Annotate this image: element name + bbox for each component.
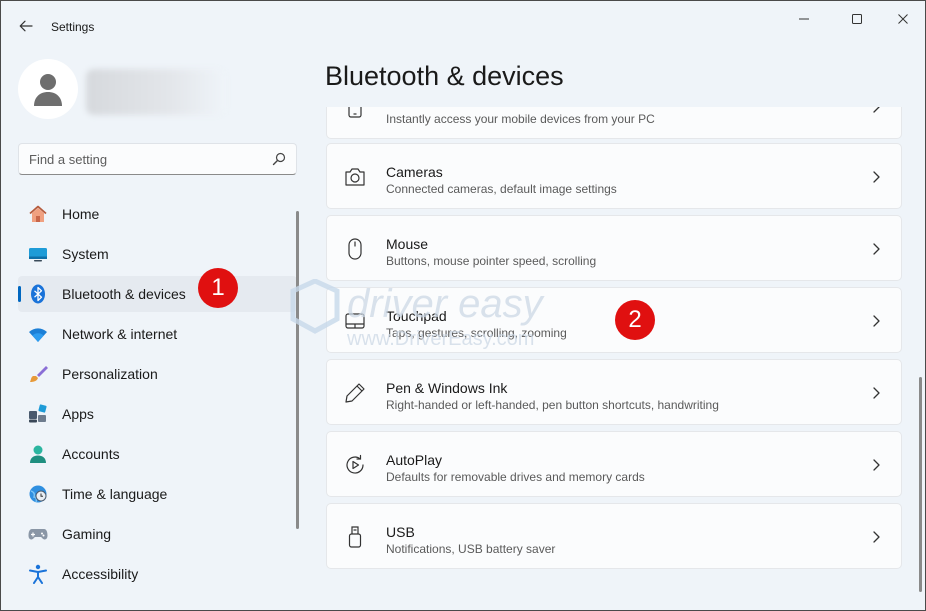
minimize-icon — [799, 18, 809, 20]
sidebar-item-label: Bluetooth & devices — [62, 286, 186, 302]
card-pen-windows-ink[interactable]: Pen & Windows Ink Right-handed or left-h… — [326, 359, 902, 425]
close-icon — [898, 14, 908, 24]
touchpad-icon — [344, 310, 366, 332]
chevron-right-icon — [873, 387, 880, 399]
user-name-redacted — [86, 69, 226, 115]
sidebar-item-label: System — [62, 246, 109, 262]
brush-icon — [28, 364, 48, 384]
back-button[interactable] — [15, 15, 37, 37]
card-title: Cameras — [386, 164, 443, 180]
chevron-right-icon — [873, 107, 880, 113]
sidebar-item-gaming[interactable]: Gaming — [18, 516, 297, 552]
accessibility-icon — [28, 564, 48, 584]
card-touchpad[interactable]: Touchpad Taps, gestures, scrolling, zoom… — [326, 287, 902, 353]
maximize-icon — [852, 14, 862, 24]
arrow-left-icon — [19, 20, 33, 32]
card-cameras[interactable]: Cameras Connected cameras, default image… — [326, 143, 902, 209]
chevron-right-icon — [873, 315, 880, 327]
sidebar-nav: Home System Bluetooth & devices Network … — [18, 196, 297, 596]
card-title: Mouse — [386, 236, 429, 252]
main-scrollbar[interactable] — [919, 377, 922, 592]
sidebar-item-label: Personalization — [62, 366, 158, 382]
card-subtitle: Right-handed or left-handed, pen button … — [386, 398, 719, 412]
step-badge-2: 2 — [615, 300, 655, 340]
page-title: Bluetooth & devices — [325, 61, 564, 91]
card-subtitle: Defaults for removable drives and memory… — [386, 470, 645, 484]
sidebar-item-label: Accessibility — [62, 566, 139, 582]
sidebar-item-label: Home — [62, 206, 100, 222]
chevron-right-icon — [873, 531, 880, 543]
camera-icon — [344, 166, 366, 188]
user-icon — [34, 74, 62, 106]
settings-window: Settings Find a setting Home System Blue… — [0, 0, 926, 611]
sidebar-item-system[interactable]: System — [18, 236, 297, 272]
sidebar-item-network-internet[interactable]: Network & internet — [18, 316, 297, 352]
step-badge-1: 1 — [198, 268, 238, 308]
sidebar-item-accounts[interactable]: Accounts — [18, 436, 297, 472]
home-icon — [28, 204, 48, 224]
card-title: Touchpad — [386, 308, 447, 324]
card-title: USB — [386, 524, 415, 540]
minimize-button[interactable] — [789, 9, 819, 29]
usb-icon — [344, 526, 366, 548]
card-autoplay[interactable]: AutoPlay Defaults for removable drives a… — [326, 431, 902, 497]
chevron-right-icon — [873, 243, 880, 255]
search-icon[interactable] — [272, 152, 286, 166]
title-bar: Settings — [1, 1, 925, 51]
card-subtitle: Instantly access your mobile devices fro… — [386, 112, 655, 126]
avatar[interactable] — [18, 59, 78, 119]
sidebar-item-apps[interactable]: Apps — [18, 396, 297, 432]
maximize-button[interactable] — [842, 9, 872, 29]
card-mouse[interactable]: Mouse Buttons, mouse pointer speed, scro… — [326, 215, 902, 281]
search-box[interactable] — [18, 143, 297, 175]
mouse-icon — [344, 238, 366, 260]
sidebar-scrollbar[interactable] — [296, 211, 299, 529]
system-icon — [28, 244, 48, 264]
phone-icon — [344, 107, 366, 118]
card-subtitle: Taps, gestures, scrolling, zooming — [386, 326, 567, 340]
settings-list: Instantly access your mobile devices fro… — [325, 107, 903, 610]
search-input[interactable] — [29, 144, 269, 174]
chevron-right-icon — [873, 171, 880, 183]
close-button[interactable] — [888, 9, 918, 29]
sidebar-item-accessibility[interactable]: Accessibility — [18, 556, 297, 592]
wifi-icon — [28, 324, 48, 344]
card-subtitle: Buttons, mouse pointer speed, scrolling — [386, 254, 597, 268]
sidebar-item-label: Apps — [62, 406, 94, 422]
autoplay-icon — [344, 454, 366, 476]
app-title: Settings — [51, 20, 95, 34]
clock-globe-icon — [28, 484, 48, 504]
sidebar-item-label: Gaming — [62, 526, 112, 542]
card-subtitle: Connected cameras, default image setting… — [386, 182, 617, 196]
gamepad-icon — [28, 524, 48, 544]
sidebar-item-label: Network & internet — [62, 326, 178, 342]
card-mobile-devices[interactable]: Instantly access your mobile devices fro… — [326, 107, 902, 139]
apps-icon — [28, 404, 48, 424]
card-title: Pen & Windows Ink — [386, 380, 508, 396]
sidebar-item-bluetooth-devices[interactable]: Bluetooth & devices — [18, 276, 297, 312]
card-title: AutoPlay — [386, 452, 443, 468]
bluetooth-icon — [28, 284, 48, 304]
selected-indicator — [18, 286, 21, 302]
sidebar-item-home[interactable]: Home — [18, 196, 297, 232]
card-usb[interactable]: USB Notifications, USB battery saver — [326, 503, 902, 569]
sidebar-item-time-language[interactable]: Time & language — [18, 476, 297, 512]
pen-icon — [344, 382, 366, 404]
card-subtitle: Notifications, USB battery saver — [386, 542, 556, 556]
sidebar-item-personalization[interactable]: Personalization — [18, 356, 297, 392]
sidebar-item-label: Time & language — [62, 486, 168, 502]
sidebar-item-label: Accounts — [62, 446, 120, 462]
person-icon — [28, 444, 48, 464]
chevron-right-icon — [873, 459, 880, 471]
